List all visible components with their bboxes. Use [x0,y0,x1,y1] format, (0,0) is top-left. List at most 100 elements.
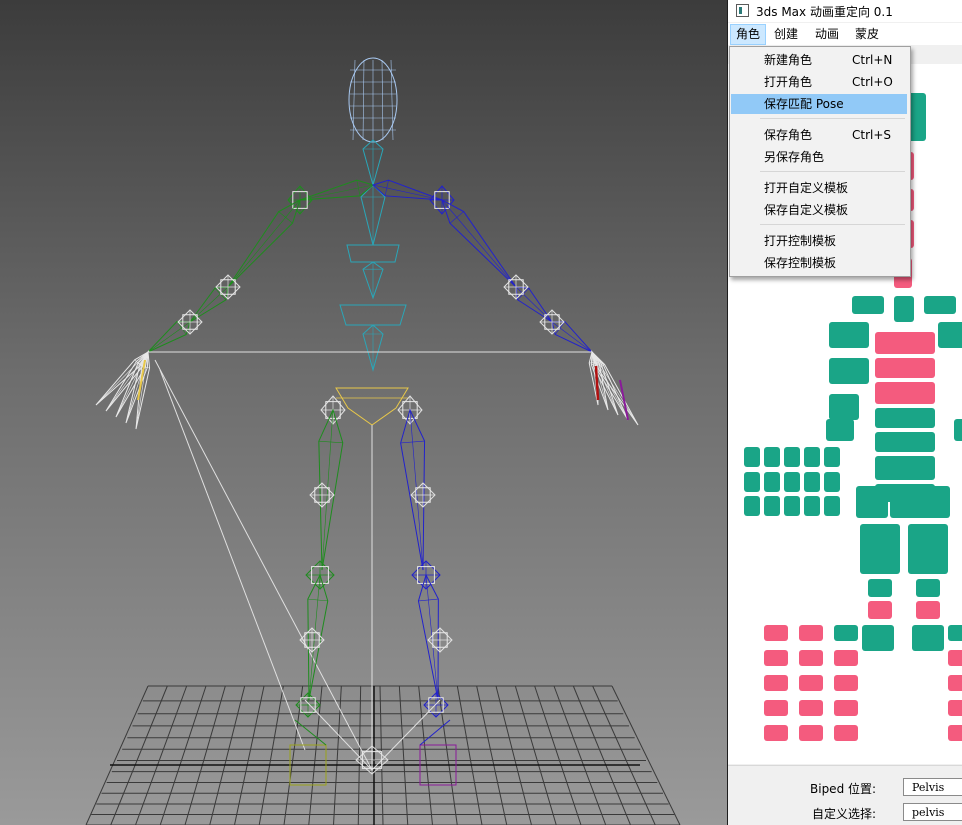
bone-button[interactable] [875,432,935,452]
toe-button[interactable] [948,725,962,741]
right-finger-bone[interactable] [591,351,639,426]
bone-button[interactable] [954,419,962,441]
finger-button[interactable] [744,447,760,467]
bone-button[interactable] [826,419,854,441]
finger-button[interactable] [744,472,760,492]
menu-character[interactable]: 角色 [730,24,767,45]
left-upperarm-bone[interactable] [278,211,293,224]
bone-button[interactable] [948,625,962,641]
menu-create[interactable]: 创建 [769,25,803,44]
bone-button[interactable] [894,296,914,322]
bone-button[interactable] [875,382,935,404]
finger-button[interactable] [764,472,780,492]
toe-button[interactable] [764,700,788,716]
left-forearm-bone[interactable] [176,321,187,335]
helper-line[interactable] [154,359,373,771]
finger-button[interactable] [744,496,760,516]
toe-button[interactable] [948,650,962,666]
right-forearm-bone[interactable] [551,321,593,353]
menu-animation[interactable]: 动画 [810,25,844,44]
finger-button[interactable] [824,447,840,467]
finger-button[interactable] [804,447,820,467]
biped-skeleton[interactable] [0,0,727,825]
bone-button[interactable] [938,322,962,348]
toe-button[interactable] [799,700,823,716]
toe-button[interactable] [834,675,858,691]
bone-button[interactable] [829,358,869,384]
finger-button[interactable] [824,496,840,516]
left-foot-bone[interactable] [294,719,327,746]
finger-button[interactable] [784,496,800,516]
head-bone[interactable] [362,59,365,141]
helper-line[interactable] [371,699,441,771]
bone-button[interactable] [852,296,884,314]
finger-button[interactable] [764,447,780,467]
finger-button[interactable] [804,496,820,516]
bone-button[interactable] [875,408,935,428]
finger-button[interactable] [804,472,820,492]
pelvis-bone[interactable] [335,387,409,426]
right-upperarm-bone[interactable] [449,211,464,224]
menu-save-match-pose[interactable]: 保存匹配 Pose [731,94,907,114]
left-forearm-bone[interactable] [147,321,191,353]
left-thigh-bone[interactable] [321,409,334,571]
toe-button[interactable] [834,725,858,741]
toe-button[interactable] [948,700,962,716]
bone-button[interactable] [875,456,935,480]
bone-button[interactable] [860,524,900,574]
toe-button[interactable] [764,625,788,641]
bone-button[interactable] [868,601,892,619]
bone-button[interactable] [924,296,956,314]
finger-button[interactable] [824,472,840,492]
bone-button[interactable] [829,394,859,420]
toe-button[interactable] [799,625,823,641]
bone-button[interactable] [834,625,858,641]
bone-button[interactable] [875,332,935,354]
bone-button[interactable] [908,524,948,574]
bone-button[interactable] [916,601,940,619]
bone-button[interactable] [890,486,950,518]
bone-button[interactable] [862,625,894,651]
menu-save-control-template[interactable]: 保存控制模板 [731,253,907,273]
left-forearm-bone[interactable] [189,286,229,323]
right-calf-bone[interactable] [425,574,439,701]
left-upperarm-bone[interactable] [227,199,301,288]
toe-button[interactable] [764,650,788,666]
spine-bone[interactable] [346,244,400,263]
custom-selection-field[interactable]: pelvis [903,803,962,821]
bone-button[interactable] [912,625,944,651]
right-calf-bone[interactable] [417,573,439,701]
menu-open-character[interactable]: 打开角色 Ctrl+O [731,72,907,92]
right-upperarm-bone[interactable] [441,199,517,288]
menu-save-character[interactable]: 保存角色 Ctrl+S [731,125,907,145]
menu-new-character[interactable]: 新建角色 Ctrl+N [731,50,907,70]
bone-button[interactable] [829,322,869,348]
finger-button[interactable] [784,447,800,467]
toe-button[interactable] [948,675,962,691]
head-bone[interactable] [381,59,384,141]
toe-button[interactable] [834,700,858,716]
biped-position-field[interactable]: Pelvis [903,778,962,796]
finger-button[interactable] [784,472,800,492]
menu-save-custom-template[interactable]: 保存自定义模板 [731,200,907,220]
toe-button[interactable] [799,725,823,741]
menu-save-character-as[interactable]: 另保存角色 [731,147,907,167]
bone-button[interactable] [868,579,892,597]
finger-button[interactable] [764,496,780,516]
right-forearm-bone[interactable] [554,321,566,335]
menu-open-custom-template[interactable]: 打开自定义模板 [731,178,907,198]
bone-button[interactable] [856,486,888,518]
left-thigh-bone[interactable] [318,408,344,571]
toe-button[interactable] [764,675,788,691]
spine-bone[interactable] [339,304,407,326]
toe-button[interactable] [834,650,858,666]
toe-button[interactable] [799,650,823,666]
menu-open-control-template[interactable]: 打开控制模板 [731,231,907,251]
helper-line[interactable] [159,369,306,751]
right-forearm-bone[interactable] [515,286,553,323]
bone-button[interactable] [916,579,940,597]
3d-viewport[interactable] [0,0,727,825]
menu-skin[interactable]: 蒙皮 [850,25,884,44]
toe-button[interactable] [799,675,823,691]
toe-button[interactable] [764,725,788,741]
